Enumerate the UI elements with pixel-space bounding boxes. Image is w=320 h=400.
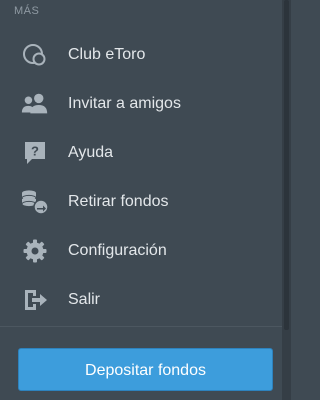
section-label-mas: MÁS	[14, 5, 40, 17]
menu-item-label: Invitar a amigos	[68, 94, 181, 112]
menu-item-label: Ayuda	[68, 143, 114, 161]
menu-item-label: Salir	[68, 290, 101, 308]
menu-item-withdraw-funds[interactable]: Retirar fondos	[0, 177, 282, 226]
menu-item-club-etoro[interactable]: Club eToro	[0, 30, 282, 79]
deposit-funds-button[interactable]: Depositar fondos	[18, 348, 273, 391]
menu-item-help[interactable]: ? Ayuda	[0, 128, 282, 177]
club-icon	[20, 40, 50, 70]
more-menu: Club eToro Invitar a amigos ? Ayuda Reti…	[0, 30, 282, 324]
help-icon: ?	[20, 138, 50, 168]
menu-item-settings[interactable]: Configuración	[0, 226, 282, 275]
menu-item-invite-friends[interactable]: Invitar a amigos	[0, 79, 282, 128]
menu-item-label: Club eToro	[68, 45, 146, 63]
invite-friends-icon	[20, 89, 50, 119]
scrollbar-thumb[interactable]	[284, 0, 289, 330]
menu-item-label: Configuración	[68, 241, 167, 259]
svg-text:?: ?	[31, 143, 39, 158]
scrollbar[interactable]	[282, 0, 291, 400]
gear-icon	[20, 236, 50, 266]
menu-item-logout[interactable]: Salir	[0, 275, 282, 324]
logout-icon	[20, 285, 50, 315]
withdraw-funds-icon	[20, 187, 50, 217]
menu-item-label: Retirar fondos	[68, 192, 169, 210]
divider	[0, 326, 282, 327]
